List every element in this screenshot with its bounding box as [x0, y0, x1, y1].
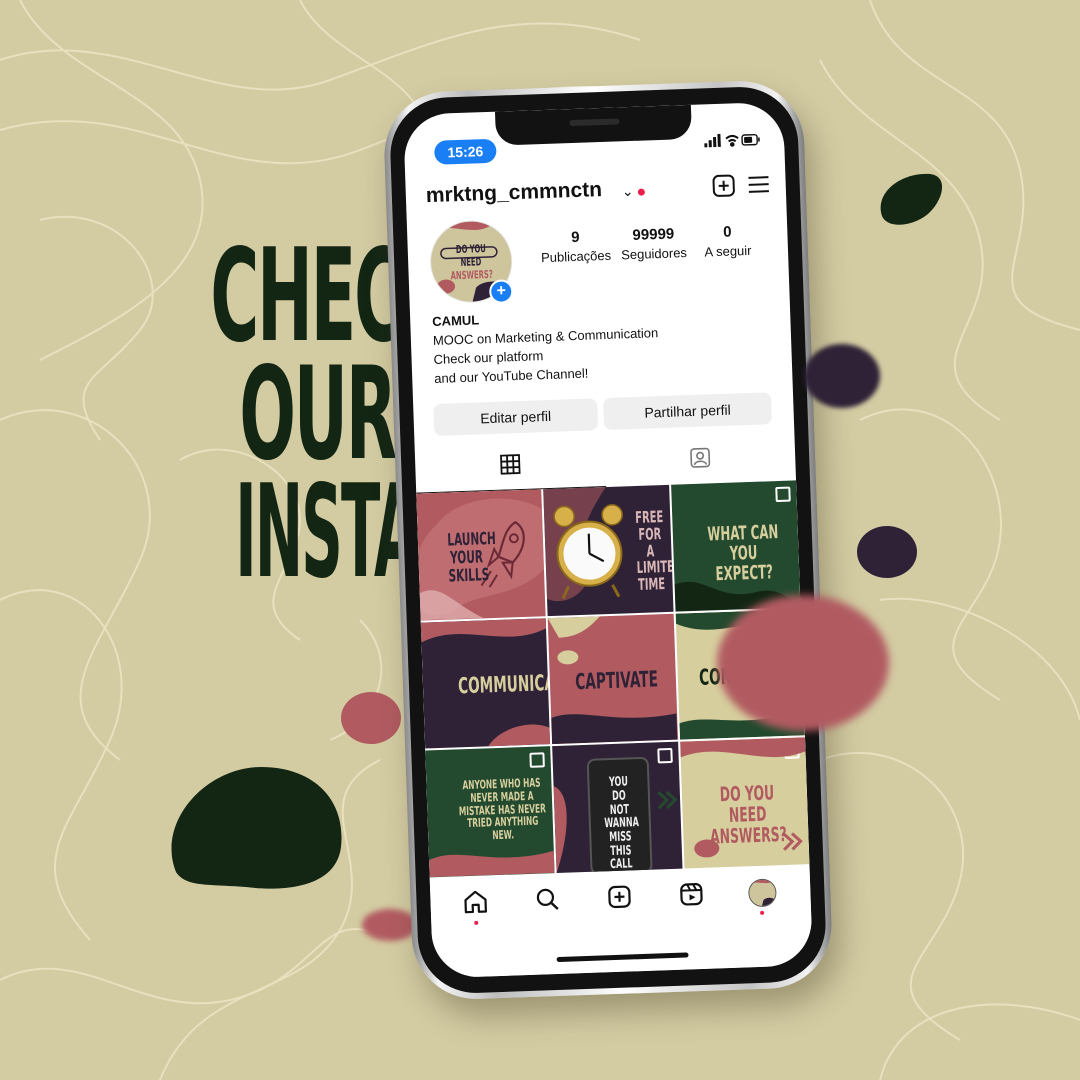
- status-time: 15:26: [433, 138, 497, 165]
- post-tile[interactable]: ANYONE WHO HAS NEVER MADE A MISTAKE HAS …: [425, 746, 555, 878]
- status-icons: [704, 132, 761, 153]
- home-indicator[interactable]: [556, 952, 689, 963]
- blob-rose-small-left: [341, 692, 401, 744]
- tab-posts-grid[interactable]: [415, 450, 606, 487]
- notification-dot: [637, 188, 645, 196]
- post-text: WHAT CAN YOU EXPECT?: [706, 521, 779, 586]
- headline-line-1: CHECK: [210, 222, 452, 371]
- add-story-button[interactable]: +: [488, 279, 514, 304]
- post-text: DO YOU NEED ANSWERS?: [709, 780, 787, 849]
- phone-speaker: [569, 118, 620, 127]
- stat-following-value: 0: [722, 223, 732, 241]
- stat-following[interactable]: 0 A seguir: [695, 223, 760, 260]
- avatar-text-1: DO YOU: [455, 242, 486, 257]
- signal-icon: [704, 133, 721, 148]
- grid-icon: [500, 454, 521, 475]
- new-post-icon[interactable]: [711, 173, 736, 198]
- wifi-icon: [725, 134, 739, 147]
- post-text: CAPTIVATE: [575, 666, 659, 695]
- chevron-down-icon[interactable]: ⌄: [622, 183, 634, 200]
- stat-following-label: A seguir: [704, 242, 752, 260]
- headline-line-2: OUR: [239, 340, 397, 489]
- stat-followers-value: 99999: [632, 225, 675, 244]
- post-text: ANYONE WHO HAS NEVER MADE A MISTAKE HAS …: [458, 775, 547, 842]
- post-text: FREE FOR A LIMITED TIME: [634, 507, 674, 595]
- avatar-text-3: ANSWERS?: [450, 267, 493, 283]
- blob-dark-green-top-right: [880, 173, 943, 225]
- blob-plum-blur: [804, 344, 880, 408]
- stat-posts-value: 9: [570, 228, 580, 247]
- stat-posts-label: Publicações: [540, 247, 612, 266]
- stat-followers[interactable]: 99999 Seguidores: [615, 225, 692, 263]
- reels-icon[interactable]: [678, 881, 705, 908]
- post-text: YOU DO NOT WANNA MISS THIS CALL: [604, 774, 640, 873]
- post-tile[interactable]: COMMUNICATE: [420, 617, 551, 749]
- post-text: LAUNCH YOUR SKILLS: [446, 528, 496, 587]
- headline: CHECK OUR INSTAGRAM: [40, 222, 605, 597]
- home-activity-dot: [474, 920, 479, 925]
- post-tile[interactable]: CAPTIVATE: [548, 613, 678, 745]
- headline-line-3: INSTAGRAM: [235, 469, 605, 597]
- phone-bezel: 15:26 mrktng_cmmnctn ⌄ DO YOU NEED ANSWE…: [388, 85, 828, 995]
- menu-icon[interactable]: [747, 174, 770, 195]
- post-tile[interactable]: LAUNCH YOUR SKILLS: [416, 489, 546, 621]
- stat-followers-label: Seguidores: [620, 245, 688, 263]
- tab-tagged[interactable]: [605, 443, 796, 480]
- post-tile[interactable]: DO YOU NEED ANSWERS?: [679, 737, 810, 869]
- post-tile[interactable]: YOU DO NOT WANNA MISS THIS CALL: [552, 742, 683, 873]
- profile-username[interactable]: mrktng_cmmnctn: [425, 178, 602, 208]
- battery-icon: [741, 133, 760, 146]
- bottom-navigation: [429, 865, 813, 979]
- create-icon[interactable]: [606, 883, 633, 910]
- share-profile-button[interactable]: Partilhar perfil: [603, 392, 773, 431]
- home-icon[interactable]: [462, 888, 489, 915]
- search-icon[interactable]: [534, 886, 561, 913]
- tagged-icon: [690, 447, 711, 468]
- profile-bio: CAMUL MOOC on Marketing & Communication …: [432, 304, 660, 388]
- post-text: COMMUNICATE: [457, 669, 551, 699]
- avatar-text-2: NEED: [460, 255, 482, 269]
- phone-notch: [494, 104, 693, 146]
- profile-icon[interactable]: [747, 878, 777, 908]
- phone-mockup: 15:26 mrktng_cmmnctn ⌄ DO YOU NEED ANSWE…: [382, 78, 834, 1002]
- instagram-profile-screen: 15:26 mrktng_cmmnctn ⌄ DO YOU NEED ANSWE…: [403, 101, 813, 979]
- blob-dark-green-large: [171, 767, 342, 889]
- profile-activity-dot: [760, 910, 765, 915]
- edit-profile-button[interactable]: Editar perfil: [433, 398, 599, 436]
- post-tile[interactable]: FREE FOR A LIMITED TIME: [543, 484, 674, 616]
- stat-posts[interactable]: 9 Publicações: [539, 228, 612, 265]
- blob-plum-small: [857, 526, 917, 578]
- blob-rose-large-blur: [717, 595, 889, 731]
